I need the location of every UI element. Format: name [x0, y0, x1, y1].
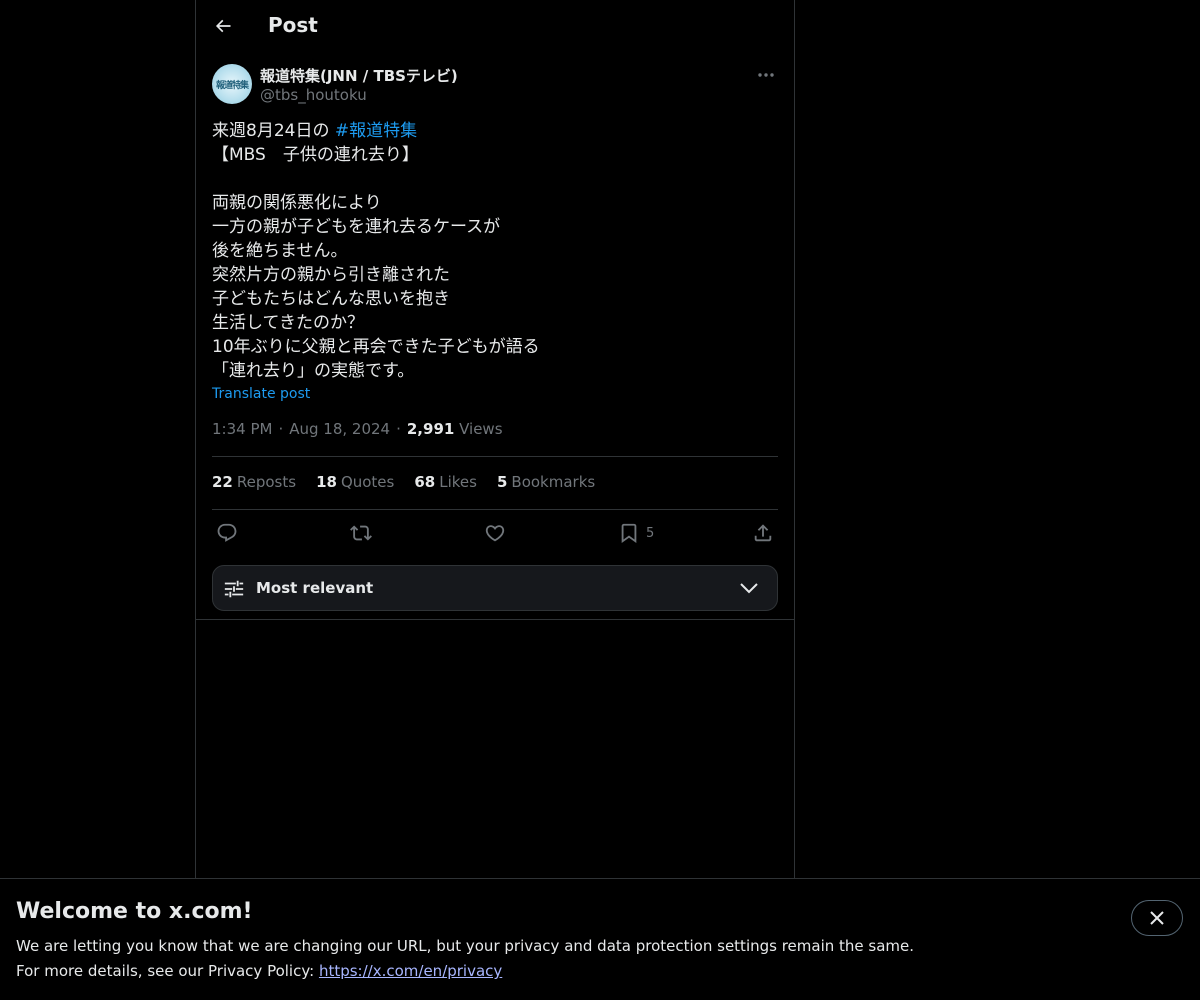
quotes-count: 18: [316, 473, 337, 491]
author-handle[interactable]: @tbs_houtoku: [260, 86, 367, 104]
sliders-icon: [224, 580, 244, 598]
bookmarks-count: 5: [496, 473, 508, 491]
post-text-line: 子どもたちはどんな思いを抱き: [212, 289, 450, 309]
post-text-line: 10年ぶりに父親と再会できた子どもが語る: [212, 337, 540, 357]
meta-separator: ·: [396, 420, 401, 438]
page: Post 報道特集 報道特集(JNN / TBSテレビ) @tbs_houtok…: [0, 0, 1200, 1000]
banner-title: Welcome to x.com!: [16, 899, 253, 924]
close-icon: [1150, 911, 1164, 925]
avatar-logo-text: 報道特集: [215, 80, 249, 91]
likes-stat[interactable]: 68 Likes: [414, 473, 477, 491]
likes-label: Likes: [439, 473, 477, 491]
repost-icon: [350, 525, 372, 541]
post-text-line: [212, 167, 778, 191]
post-text: 来週8月24日の #報道特集 【MBS 子供の連れ去り】 両親の関係悪化により 一方の…: [212, 119, 778, 383]
meta-separator: ·: [278, 420, 284, 438]
like-button[interactable]: [484, 522, 506, 544]
author-display-name[interactable]: 報道特集(JNN / TBSテレビ): [260, 65, 458, 86]
reply-sort-dropdown[interactable]: Most relevant: [212, 565, 778, 611]
banner-message: We are letting you know that we are chan…: [16, 937, 915, 955]
share-icon: [754, 524, 772, 542]
divider: [212, 456, 778, 457]
quotes-stat[interactable]: 18 Quotes: [316, 473, 394, 491]
repost-button[interactable]: [350, 522, 372, 544]
post-time[interactable]: 1:34 PM: [212, 420, 272, 438]
hashtag-link[interactable]: #報道特集: [335, 121, 417, 141]
views-count: 2,991: [406, 420, 455, 438]
action-bar: 5: [212, 522, 778, 544]
reposts-label: Reposts: [236, 473, 297, 491]
bookmark-icon: [621, 523, 637, 544]
post-text-line: 後を絶ちません。: [212, 241, 348, 261]
main-column: Post 報道特集 報道特集(JNN / TBSテレビ) @tbs_houtok…: [195, 0, 795, 878]
reposts-stat[interactable]: 22 Reposts: [212, 473, 296, 491]
post-text-line: 生活してきたのか？: [212, 313, 364, 333]
avatar[interactable]: 報道特集: [212, 64, 252, 104]
divider: [212, 509, 778, 510]
post-text-line: 一方の親が子どもを連れ去るケースが: [212, 217, 501, 237]
chevron-down-icon: [740, 583, 758, 594]
close-banner-button[interactable]: [1131, 900, 1183, 936]
sort-label: Most relevant: [256, 579, 374, 597]
banner-privacy-line: For more details, see our Privacy Policy…: [16, 962, 502, 980]
post-text-line: 【MBS 子供の連れ去り】: [212, 145, 419, 165]
privacy-policy-link[interactable]: https://x.com/en/privacy: [319, 962, 502, 980]
translate-post-link[interactable]: Translate post: [212, 386, 310, 402]
bookmarks-label: Bookmarks: [511, 473, 596, 491]
header: Post: [196, 0, 794, 53]
bookmark-button[interactable]: 5: [618, 522, 654, 544]
quotes-label: Quotes: [340, 473, 395, 491]
bookmark-action-count: 5: [646, 525, 655, 541]
post-meta: 1:34 PM · Aug 18, 2024 · 2,991 Views: [212, 420, 503, 438]
banner-privacy-prefix: For more details, see our Privacy Policy…: [16, 962, 319, 980]
views-label: Views: [459, 420, 503, 438]
more-options-button[interactable]: [754, 65, 778, 85]
post-text-segment: 来週8月24日の: [212, 121, 335, 141]
heart-icon: [485, 525, 505, 542]
url-change-banner: Welcome to x.com! We are letting you kno…: [0, 878, 1200, 1000]
reply-icon: [217, 523, 237, 542]
post-text-line: 「連れ去り」の実態です。: [212, 361, 415, 381]
page-title: Post: [268, 13, 318, 37]
reply-button[interactable]: [216, 522, 238, 544]
likes-count: 68: [414, 473, 436, 491]
post-text-line: 両親の関係悪化により: [212, 193, 382, 213]
bookmarks-stat[interactable]: 5 Bookmarks: [497, 473, 595, 491]
more-dots-icon: [758, 73, 774, 77]
divider: [196, 619, 794, 620]
post-text-line: 突然片方の親から引き離された: [212, 265, 450, 285]
back-button[interactable]: [206, 9, 240, 43]
share-button[interactable]: [752, 522, 774, 544]
reposts-count: 22: [212, 473, 233, 491]
post-date[interactable]: Aug 18, 2024: [289, 420, 390, 438]
arrow-left-icon: [215, 19, 231, 33]
post-text-line: 来週8月24日の #報道特集: [212, 119, 778, 143]
engagement-stats: 22 Reposts 18 Quotes 68 Likes 5 Bookmarks: [212, 473, 595, 491]
